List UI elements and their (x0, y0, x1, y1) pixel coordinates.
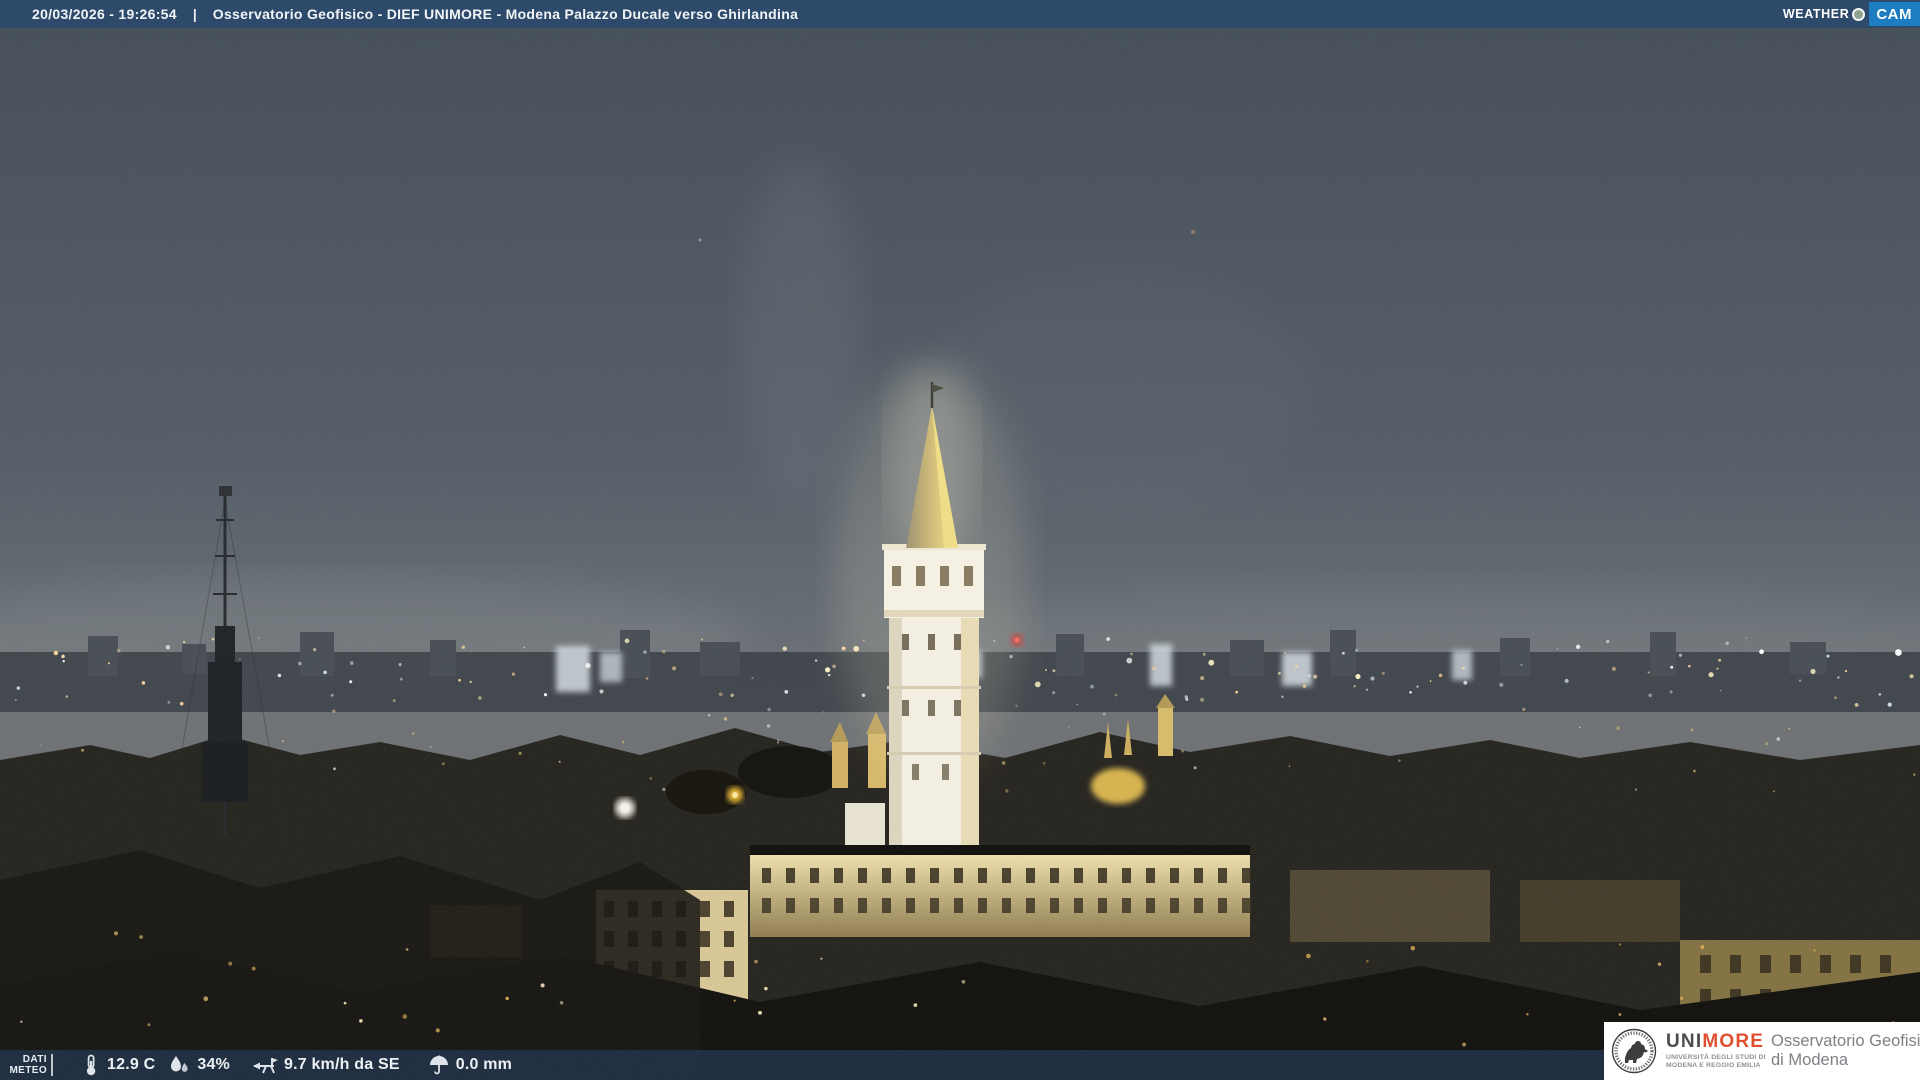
header-bar: 20/03/2026 - 19:26:54 | Osservatorio Geo… (0, 0, 1920, 28)
university-subtitle: UNIVERSITÀ DEGLI STUDI DI MODENA E REGGI… (1666, 1054, 1766, 1069)
unimore-seal-icon (1611, 1028, 1657, 1074)
unimore-wordmark: UNIMORE UNIVERSITÀ DEGLI STUDI DI MODENA… (1666, 1031, 1766, 1070)
unimore-logo-panel: UNIMORE UNIVERSITÀ DEGLI STUDI DI MODENA… (1604, 1022, 1920, 1080)
brand-uni-text: UNI (1666, 1031, 1703, 1052)
weathercam-cam-badge: CAM (1869, 2, 1920, 26)
thermometer-icon (86, 1054, 96, 1076)
weathercam-weather-text: WEATHER (1782, 7, 1850, 21)
sensor-grain-overlay (0, 0, 1920, 1080)
wind-icon (252, 1058, 278, 1074)
header-separator: | (192, 6, 197, 22)
brand-more-text: MORE (1702, 1031, 1765, 1052)
observatory-name: Osservatorio Geofisico di Modena (1771, 1032, 1920, 1069)
webcam-frame: 20/03/2026 - 19:26:54 | Osservatorio Geo… (0, 0, 1920, 1080)
rain-reading: 0.0 mm (428, 1054, 512, 1076)
wind-reading: 9.7 km/h da SE (252, 1054, 400, 1076)
camera-lens-icon (1852, 7, 1866, 21)
weathercam-logo: WEATHER CAM (1783, 0, 1920, 28)
datetime-label: 20/03/2026 - 19:26:54 (32, 6, 177, 22)
modena-night-photo (0, 0, 1920, 1080)
meteo-divider (51, 1054, 53, 1076)
meteo-data-label: DATI METEO (9, 1054, 47, 1076)
camera-title: Osservatorio Geofisico - DIEF UNIMORE - … (212, 6, 799, 22)
humidity-reading: 34% (167, 1054, 230, 1076)
humidity-icon (171, 1056, 188, 1072)
temperature-reading: 12.9 C (81, 1054, 155, 1076)
rain-icon (429, 1055, 448, 1075)
